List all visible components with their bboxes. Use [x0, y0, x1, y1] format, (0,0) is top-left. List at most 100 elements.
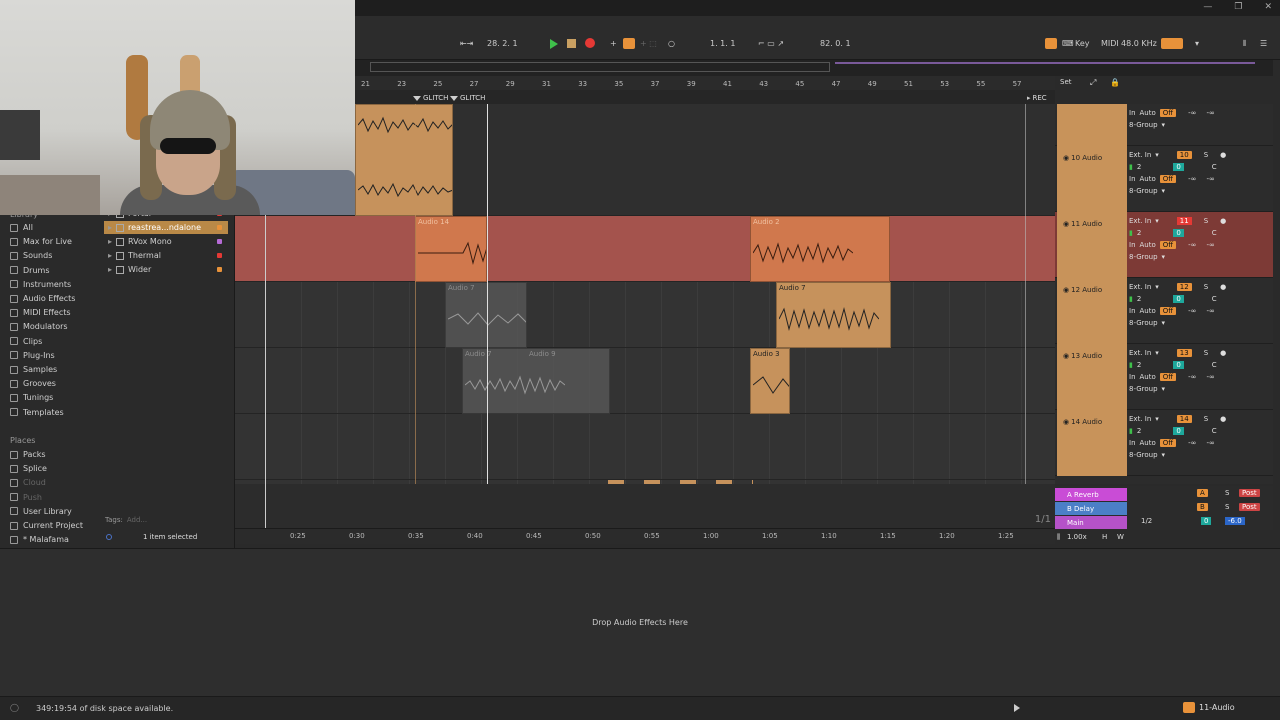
pan-value[interactable]: 0: [1173, 295, 1184, 303]
overview-viewport[interactable]: [370, 62, 830, 72]
channel-row[interactable]: ▮ 2 0 C: [1129, 228, 1217, 238]
monitor-off[interactable]: Off: [1159, 109, 1177, 117]
return-a-letter[interactable]: A: [1197, 489, 1208, 497]
solo-button[interactable]: S: [1204, 415, 1208, 423]
keyboard-icon[interactable]: ⌨: [1062, 39, 1074, 48]
minimize-icon[interactable]: —: [1203, 2, 1212, 12]
main-output-ratio[interactable]: 1/2: [1141, 517, 1152, 525]
punch-icons[interactable]: ⌐ ▭ ↗: [758, 39, 784, 48]
track-name-area[interactable]: [1057, 104, 1127, 146]
view-toggle-icon[interactable]: ⫴: [1243, 39, 1246, 49]
send-a-value[interactable]: -∞: [1188, 109, 1196, 117]
expand-arrow-icon[interactable]: ▸: [108, 237, 112, 246]
record-arm-icon[interactable]: ●: [1220, 415, 1226, 423]
chevron-down-icon[interactable]: ▾: [1162, 385, 1166, 393]
lane-14-audio[interactable]: [235, 414, 1055, 480]
main-track[interactable]: Main: [1055, 516, 1127, 529]
expand-arrow-icon[interactable]: ▸: [108, 265, 112, 274]
send-a-value[interactable]: -∞: [1188, 241, 1196, 249]
return-a-solo[interactable]: S: [1225, 489, 1229, 497]
group-row[interactable]: 8-Group ▾: [1129, 450, 1165, 460]
browser-item[interactable]: ▸ Thermal: [104, 249, 228, 262]
clip-audio-7-c[interactable]: Audio 7 Audio 9: [462, 348, 610, 414]
track-name-area[interactable]: ◉ 11 Audio: [1057, 212, 1127, 278]
monitor-auto[interactable]: Auto: [1140, 439, 1156, 447]
automation-arm-button[interactable]: [623, 38, 635, 49]
lane-11-audio[interactable]: [235, 216, 1055, 282]
browser-item[interactable]: ▸ RVox Mono: [104, 235, 228, 248]
browser-category[interactable]: Audio Effects: [10, 294, 75, 303]
solo-button[interactable]: S: [1204, 151, 1208, 159]
send-a-value[interactable]: -∞: [1188, 307, 1196, 315]
stop-button[interactable]: [567, 39, 576, 48]
clip-top-group[interactable]: [355, 104, 453, 216]
main-volume[interactable]: -6.0: [1225, 517, 1245, 525]
expand-arrow-icon[interactable]: ▸: [108, 223, 112, 232]
play-small-icon[interactable]: [1014, 704, 1020, 712]
return-b-post[interactable]: Post: [1239, 503, 1260, 511]
clip-audio-3[interactable]: Audio 3: [750, 348, 790, 414]
pan-value[interactable]: 0: [1173, 427, 1184, 435]
lock-icon[interactable]: 🔒: [1110, 78, 1120, 87]
draw-mode-button[interactable]: [1045, 38, 1057, 49]
clip-audio-7-a[interactable]: Audio 7: [445, 282, 527, 348]
return-a-post[interactable]: Post: [1239, 489, 1260, 497]
monitor-auto[interactable]: Auto: [1140, 373, 1156, 381]
group-row[interactable]: 8-Group ▾: [1129, 252, 1165, 262]
channel-row[interactable]: ▮ 2 0 C: [1129, 162, 1217, 172]
browser-category[interactable]: Max for Live: [10, 237, 72, 246]
browser-category[interactable]: Tunings: [10, 393, 53, 402]
input-row[interactable]: Ext. In ▾ 12 S ●: [1129, 282, 1226, 292]
solo-button[interactable]: S: [1204, 217, 1208, 225]
monitor-in[interactable]: In: [1129, 439, 1136, 447]
places-item[interactable]: Current Project: [10, 521, 83, 530]
expand-icon[interactable]: ⤢: [1090, 78, 1096, 88]
monitor-in[interactable]: In: [1129, 175, 1136, 183]
places-item[interactable]: User Library: [10, 507, 72, 516]
track-header[interactable]: ◉ 11 Audio Ext. In ▾ 11 S ● ▮ 2 0 C In Auto Off -∞ -∞ 8-…: [1055, 212, 1273, 278]
monitor-row[interactable]: In Auto Off -∞ -∞: [1129, 240, 1215, 250]
send-b-value[interactable]: -∞: [1206, 307, 1214, 315]
expand-arrow-icon[interactable]: ▸: [108, 251, 112, 260]
send-b-value[interactable]: -∞: [1206, 109, 1214, 117]
browser-category[interactable]: Templates: [10, 408, 64, 417]
input-row[interactable]: Ext. In ▾ 11 S ●: [1129, 216, 1226, 226]
browser-category[interactable]: Instruments: [10, 280, 71, 289]
group-row[interactable]: 8-Group ▾: [1129, 384, 1165, 394]
beat-ruler[interactable]: 21 23 25 27 29 31 33 35 37 39 41 43 45 47 49 51 53 55 57: [355, 76, 1055, 90]
arrangement-position[interactable]: 1. 1. 1: [710, 39, 735, 48]
places-item[interactable]: Cloud: [10, 478, 46, 487]
song-position[interactable]: 28. 2. 1: [487, 39, 518, 48]
chevron-down-icon[interactable]: ▾: [1162, 187, 1166, 195]
monitor-row[interactable]: In Auto Off -∞ -∞: [1129, 174, 1215, 184]
channel-row[interactable]: ▮ 2 0 C: [1129, 294, 1217, 304]
device-view[interactable]: Drop Audio Effects Here: [0, 548, 1280, 696]
track-header[interactable]: ◉ 14 Audio Ext. In ▾ 14 S ● ▮ 2 0 C In Auto Off -∞ -∞ 8-…: [1055, 410, 1273, 476]
send-a-value[interactable]: -∞: [1188, 439, 1196, 447]
fold-icon[interactable]: ◉: [1063, 220, 1069, 228]
browser-category[interactable]: MIDI Effects: [10, 308, 71, 317]
track-name-area[interactable]: ◉ 14 Audio: [1057, 410, 1127, 476]
record-arm-icon[interactable]: ●: [1220, 151, 1226, 159]
group-row[interactable]: 8-Group ▾: [1129, 120, 1165, 130]
browser-item[interactable]: ▸ reastrea...ndalone: [104, 221, 228, 234]
loop-icon[interactable]: ○: [668, 39, 675, 48]
group-row[interactable]: 8-Group ▾: [1129, 318, 1165, 328]
chevron-down-icon[interactable]: ▾: [1162, 319, 1166, 327]
monitor-in[interactable]: In: [1129, 109, 1136, 117]
fold-icon[interactable]: ◉: [1063, 418, 1069, 426]
monitor-off[interactable]: Off: [1159, 175, 1177, 183]
pan-center[interactable]: C: [1212, 295, 1217, 303]
pan-center[interactable]: C: [1212, 427, 1217, 435]
places-item[interactable]: Packs: [10, 450, 46, 459]
fold-icon[interactable]: ◉: [1063, 154, 1069, 162]
w-button[interactable]: W: [1117, 533, 1124, 541]
maximize-icon[interactable]: ❐: [1234, 2, 1242, 12]
monitor-row[interactable]: In Auto Off -∞ -∞: [1129, 438, 1215, 448]
main-pan[interactable]: 0: [1201, 517, 1212, 525]
record-arm-icon[interactable]: ●: [1220, 217, 1226, 225]
return-lanes[interactable]: 1/1: [235, 104, 1055, 528]
monitor-in[interactable]: In: [1129, 241, 1136, 249]
browser-category[interactable]: Clips: [10, 337, 42, 346]
track-header-partial[interactable]: In Auto Off -∞ -∞ 8-Group ▾: [1055, 104, 1273, 146]
